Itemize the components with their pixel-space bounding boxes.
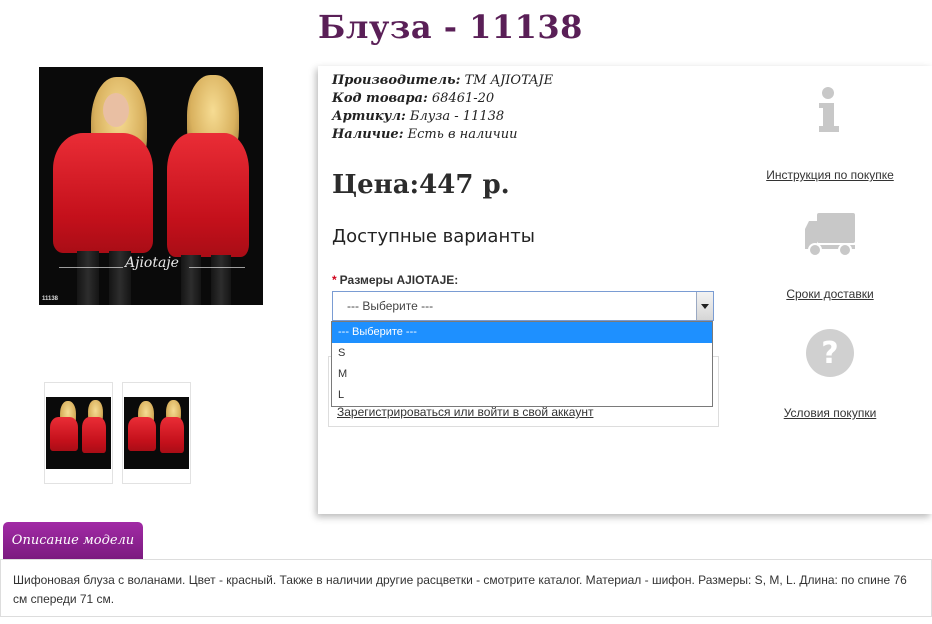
login-link[interactable]: Зарегистрироваться или войти в свой акка… — [337, 405, 593, 419]
size-option[interactable]: --- Выберите --- — [332, 322, 712, 343]
size-select-value: --- Выберите --- — [347, 299, 434, 313]
size-select[interactable]: --- Выберите --- — [332, 291, 714, 321]
chevron-down-icon[interactable] — [696, 292, 713, 320]
description-text: Шифоновая блуза с воланами. Цвет - красн… — [0, 559, 932, 617]
instruction-link[interactable]: Инструкция по покупке — [748, 168, 912, 182]
size-label: * Размеры AJIOTAJE: — [332, 273, 459, 287]
required-mark: * — [332, 273, 337, 287]
photo-code: 11138 — [42, 296, 59, 302]
truck-icon[interactable] — [803, 211, 857, 257]
meta-product-code: Код товара: 68461-20 — [332, 91, 495, 106]
product-info-panel: Производитель: ТМ AJIOTAJE Код товара: 6… — [318, 66, 932, 514]
price: Цена:447 р. — [332, 170, 510, 200]
delivery-link[interactable]: Сроки доставки — [748, 287, 912, 301]
brand-signature: Ajiotaje — [125, 255, 179, 271]
product-meta: Производитель: ТМ AJIOTAJE Код товара: 6… — [332, 72, 553, 144]
meta-availability: Наличие: Есть в наличии — [332, 127, 518, 142]
size-option[interactable]: L — [332, 385, 712, 406]
meta-manufacturer: Производитель: ТМ AJIOTAJE — [332, 73, 554, 88]
meta-article: Артикул: Блуза - 11138 — [332, 109, 505, 124]
info-icon[interactable] — [815, 86, 845, 134]
size-option[interactable]: S — [332, 343, 712, 364]
product-main-image[interactable]: Ajiotaje 11138 — [39, 67, 263, 305]
size-option[interactable]: M — [332, 364, 712, 385]
thumbnail-2[interactable] — [122, 382, 191, 484]
terms-link[interactable]: Условия покупки — [748, 406, 912, 420]
size-dropdown-list: --- Выберите --- S M L — [331, 321, 713, 407]
question-icon[interactable]: ? — [805, 328, 855, 378]
thumbnail-1[interactable] — [44, 382, 113, 484]
page-title: Блуза - 11138 — [318, 8, 583, 46]
svg-text:?: ? — [821, 336, 838, 371]
tab-description[interactable]: Описание модели — [3, 522, 143, 559]
variants-heading: Доступные варианты — [332, 226, 535, 247]
